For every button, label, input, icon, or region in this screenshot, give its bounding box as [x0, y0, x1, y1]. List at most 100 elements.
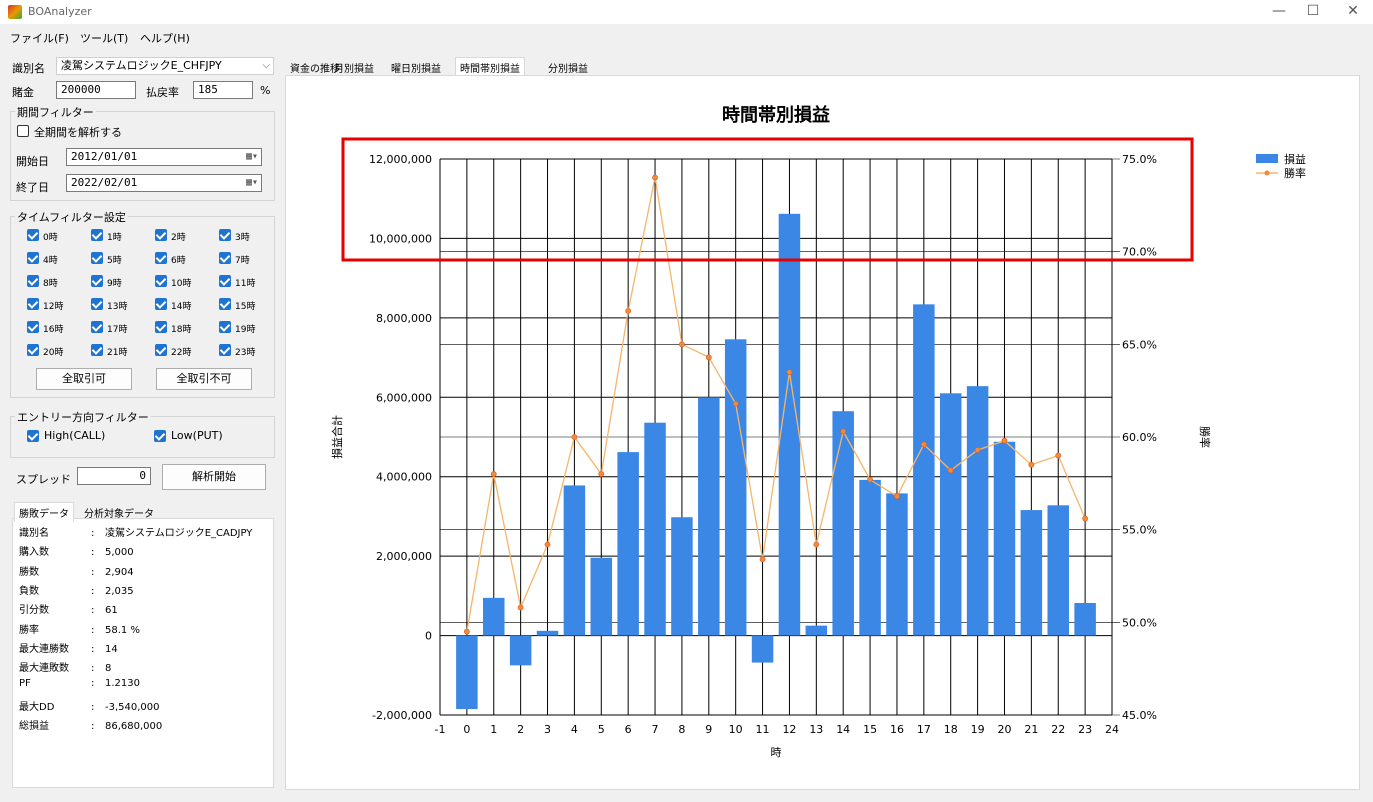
x-tick-label: 21 [1024, 723, 1038, 736]
hour-checkbox-label: 15時 [235, 302, 256, 312]
bar-13 [805, 625, 828, 636]
hour-checkbox-3[interactable] [219, 229, 231, 241]
hour-checkbox-19[interactable] [219, 321, 231, 333]
bar-5 [590, 557, 613, 636]
hour-checkbox-5[interactable] [91, 252, 103, 264]
close-icon[interactable]: ✕ [1333, 0, 1373, 24]
hour-checkbox-14[interactable] [155, 298, 167, 310]
y2-tick-label: 70.0% [1122, 246, 1157, 259]
hour-checkbox-15[interactable] [219, 298, 231, 310]
bar-21 [1020, 510, 1043, 636]
hour-checkbox-13[interactable] [91, 298, 103, 310]
stat-value: 5,000 [105, 547, 134, 559]
hour-checkbox-16[interactable] [27, 321, 39, 333]
stat-name: 最大連敗数 [19, 663, 69, 675]
select-none-button[interactable]: 全取引不可 [156, 368, 252, 390]
stat-colon: : [91, 624, 95, 636]
hour-checkbox-label: 21時 [107, 348, 128, 358]
hour-checkbox-0[interactable] [27, 229, 39, 241]
hour-checkbox-label: 8時 [43, 279, 58, 289]
menu-bar: ファイル(F) ツール(T) ヘルプ(H) [0, 27, 1373, 49]
analyze-start-button[interactable]: 解析開始 [162, 464, 266, 490]
hour-checkbox-17[interactable] [91, 321, 103, 333]
id-select[interactable]: 凌駕システムロジックE_CHFJPY ⌵ [56, 57, 274, 75]
hour-checkbox-21[interactable] [91, 344, 103, 356]
stat-colon: : [91, 643, 95, 655]
hour-checkbox-label: 19時 [235, 325, 256, 335]
bar-11 [751, 635, 774, 663]
payout-input[interactable]: 185 [193, 81, 253, 99]
select-all-button[interactable]: 全取引可 [36, 368, 132, 390]
chart-tab[interactable]: 時間帯別損益 [455, 57, 525, 77]
hour-checkbox-11[interactable] [219, 275, 231, 287]
y2-tick-label: 75.0% [1122, 153, 1157, 166]
hour-checkbox-23[interactable] [219, 344, 231, 356]
capital-input[interactable]: 200000 [56, 81, 136, 99]
x-tick-label: 8 [678, 723, 685, 736]
stat-row: 勝率:58.1 % [19, 621, 140, 636]
stat-row: 購入数:5,000 [19, 543, 134, 558]
hour-checkbox-9[interactable] [91, 275, 103, 287]
hour-checkbox-2[interactable] [155, 229, 167, 241]
stat-colon: : [91, 721, 95, 732]
hour-checkbox-label: 20時 [43, 348, 64, 358]
bar-8 [671, 517, 693, 636]
y-tick-label: 0 [425, 630, 432, 643]
title-bar: BOAnalyzer — ☐ ✕ [0, 0, 1373, 24]
y2-tick-label: 55.0% [1122, 524, 1157, 537]
winrate-point-11 [759, 556, 766, 563]
stat-name: 購入数 [19, 547, 49, 559]
x-tick-label: 16 [890, 723, 904, 736]
hour-checkbox-4[interactable] [27, 252, 39, 264]
hour-checkbox-8[interactable] [27, 275, 39, 287]
high-call-checkbox[interactable] [27, 430, 39, 442]
hour-checkbox-10[interactable] [155, 275, 167, 287]
hour-checkbox-18[interactable] [155, 321, 167, 333]
x-tick-label: 22 [1051, 723, 1065, 736]
hour-checkbox-label: 3時 [235, 233, 250, 243]
menu-tools[interactable]: ツール(T) [80, 30, 128, 46]
stat-row: 識別名: 凌駕システムロジックE_CADJPY [19, 524, 252, 539]
stat-row: 最大連敗数:8 [19, 659, 111, 674]
window-title: BOAnalyzer [28, 5, 92, 18]
hour-checkbox-20[interactable] [27, 344, 39, 356]
legend-line-label: 勝率 [1284, 166, 1306, 180]
hour-checkbox-label: 14時 [171, 302, 192, 312]
hour-checkbox-7[interactable] [219, 252, 231, 264]
spread-input[interactable]: 0 [77, 467, 151, 485]
all-period-checkbox[interactable] [17, 125, 29, 137]
y-tick-label: -2,000,000 [372, 709, 432, 722]
stat-colon: : [91, 701, 95, 713]
stat-row: 負数:2,035 [19, 582, 134, 597]
bar-19 [966, 386, 989, 636]
tab-win-loss[interactable]: 勝敗データ [14, 502, 74, 522]
stat-name: 最大連勝数 [19, 643, 69, 655]
y-tick-label: 12,000,000 [369, 153, 432, 166]
end-date-picker[interactable]: 2022/02/01 ▦▾ [66, 174, 262, 192]
start-date-picker[interactable]: 2012/01/01 ▦▾ [66, 148, 262, 166]
hour-checkbox-22[interactable] [155, 344, 167, 356]
time-filter-title: タイムフィルター設定 [15, 209, 128, 225]
winrate-point-10 [732, 400, 739, 407]
bar-1 [483, 597, 505, 636]
stat-colon: : [91, 585, 95, 597]
hour-checkbox-12[interactable] [27, 298, 39, 310]
hour-checkbox-label: 11時 [235, 279, 256, 289]
stat-colon: : [91, 678, 95, 690]
x-tick-label: 6 [625, 723, 632, 736]
menu-help[interactable]: ヘルプ(H) [140, 30, 190, 46]
hour-checkbox-6[interactable] [155, 252, 167, 264]
hour-checkbox-label: 10時 [171, 279, 192, 289]
hour-checkbox-label: 12時 [43, 302, 64, 312]
maximize-icon[interactable]: ☐ [1293, 0, 1333, 24]
low-put-checkbox[interactable] [154, 430, 166, 442]
hour-checkbox-label: 6時 [171, 256, 186, 266]
menu-file[interactable]: ファイル(F) [10, 30, 69, 46]
stat-value: 2,904 [105, 566, 134, 578]
stat-value: 1.2130 [105, 678, 140, 690]
id-label: 識別名 [12, 62, 45, 75]
hour-checkbox-label: 7時 [235, 256, 250, 266]
bar-20 [993, 441, 1016, 636]
app-icon [8, 5, 22, 19]
hour-checkbox-1[interactable] [91, 229, 103, 241]
